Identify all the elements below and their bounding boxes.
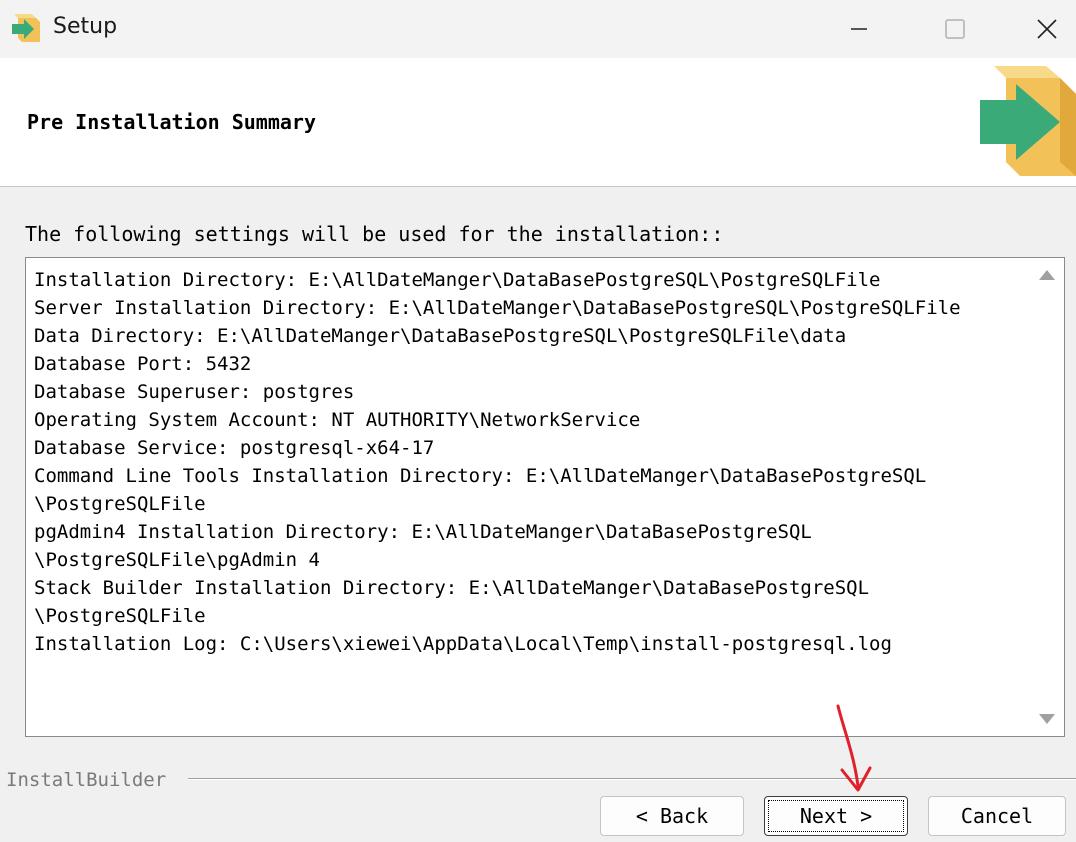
summary-line: \PostgreSQLFile [34, 493, 206, 515]
minimize-button[interactable] [836, 0, 882, 58]
summary-line: Database Superuser: postgres [34, 381, 355, 403]
intro-text: The following settings will be used for … [25, 222, 724, 246]
summary-line: Database Service: postgresql-x64-17 [34, 437, 435, 459]
summary-textarea[interactable]: Installation Directory: E:\AllDateManger… [25, 257, 1065, 737]
summary-content: Installation Directory: E:\AllDateManger… [34, 266, 1034, 658]
scroll-down-arrow-icon[interactable] [1039, 714, 1055, 724]
installbuilder-brand: InstallBuilder [6, 769, 167, 791]
back-button[interactable]: < Back [600, 796, 744, 836]
header-panel: Pre Installation Summary [0, 58, 1076, 187]
summary-line: Server Installation Directory: E:\AllDat… [34, 297, 961, 319]
maximize-icon [945, 19, 965, 39]
setup-window: Setup Pre Installation Summary The follo… [0, 0, 1076, 842]
vertical-scrollbar[interactable] [1028, 258, 1064, 736]
summary-line: \PostgreSQLFile [34, 605, 206, 627]
summary-line: Data Directory: E:\AllDateManger\DataBas… [34, 325, 847, 347]
title-bar[interactable]: Setup [0, 0, 1076, 58]
summary-line: Installation Log: C:\Users\xiewei\AppDat… [34, 633, 892, 655]
close-button[interactable] [1024, 0, 1070, 58]
installer-box-icon [12, 14, 40, 42]
window-title: Setup [53, 14, 118, 39]
close-icon [1037, 19, 1057, 39]
focus-ring [768, 800, 904, 832]
scroll-up-arrow-icon[interactable] [1039, 270, 1055, 280]
footer-divider [188, 778, 1076, 780]
summary-line: \PostgreSQLFile\pgAdmin 4 [34, 549, 320, 571]
maximize-button[interactable] [932, 0, 978, 58]
cancel-button[interactable]: Cancel [928, 796, 1066, 836]
summary-line: Database Port: 5432 [34, 353, 252, 375]
next-button[interactable]: Next > [764, 796, 908, 836]
summary-line: pgAdmin4 Installation Directory: E:\AllD… [34, 521, 812, 543]
installer-box-logo [980, 66, 1076, 176]
minimize-icon [851, 28, 867, 30]
summary-line: Command Line Tools Installation Director… [34, 465, 927, 487]
summary-line: Operating System Account: NT AUTHORITY\N… [34, 409, 641, 431]
summary-line: Installation Directory: E:\AllDateManger… [34, 269, 881, 291]
summary-line: Stack Builder Installation Directory: E:… [34, 577, 870, 599]
page-title: Pre Installation Summary [27, 110, 316, 134]
